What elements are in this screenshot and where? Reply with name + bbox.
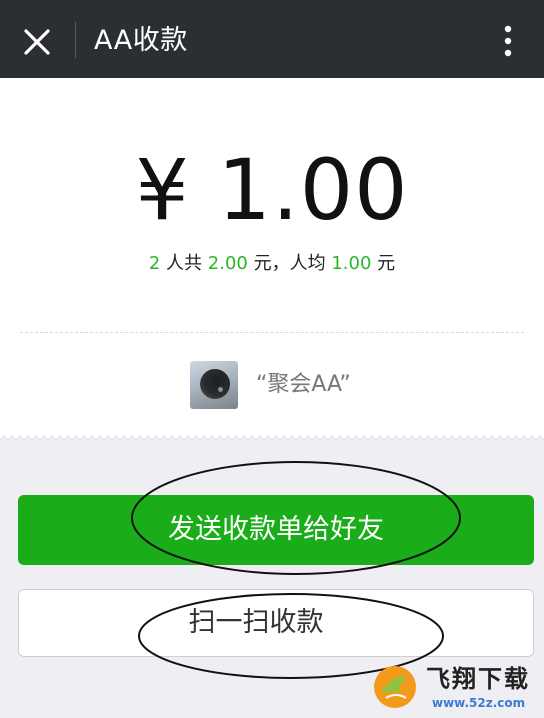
people-count: 2 (148, 253, 161, 274)
dashed-divider (20, 332, 524, 333)
scan-label: 扫一扫收款 (188, 607, 324, 638)
top-bar: AA收款 (0, 0, 544, 78)
amount-display: ¥ 1.00 (135, 141, 409, 239)
close-button[interactable] (14, 19, 60, 65)
page-title: AA收款 (94, 25, 188, 56)
close-icon (24, 29, 50, 55)
watermark-name: 飞翔下载 (426, 665, 530, 693)
more-button[interactable] (490, 18, 526, 64)
split-summary: 2 人共 2.00 元，人均 1.00 元 (0, 251, 544, 277)
send-to-friend-button[interactable]: 发送收款单给好友 (18, 495, 534, 565)
people-suffix: 人共 (160, 253, 208, 274)
group-info: “聚会AA” (0, 355, 544, 415)
more-vertical-icon (504, 25, 512, 57)
group-avatar[interactable] (190, 361, 238, 409)
scan-to-receive-button[interactable]: 扫一扫收款 (18, 589, 534, 657)
watermark-url: www.52z.com (432, 696, 526, 710)
title-divider (75, 22, 76, 58)
watermark: 飞翔下载 www.52z.com (372, 662, 544, 718)
total-suffix: 元，人均 (247, 253, 332, 274)
group-name: “聚会AA” (256, 372, 351, 397)
per-person-suffix: 元 (371, 253, 396, 274)
watermark-logo-icon (374, 666, 416, 708)
total-amount: 2.00 (207, 253, 248, 274)
per-person-amount: 1.00 (331, 253, 372, 274)
